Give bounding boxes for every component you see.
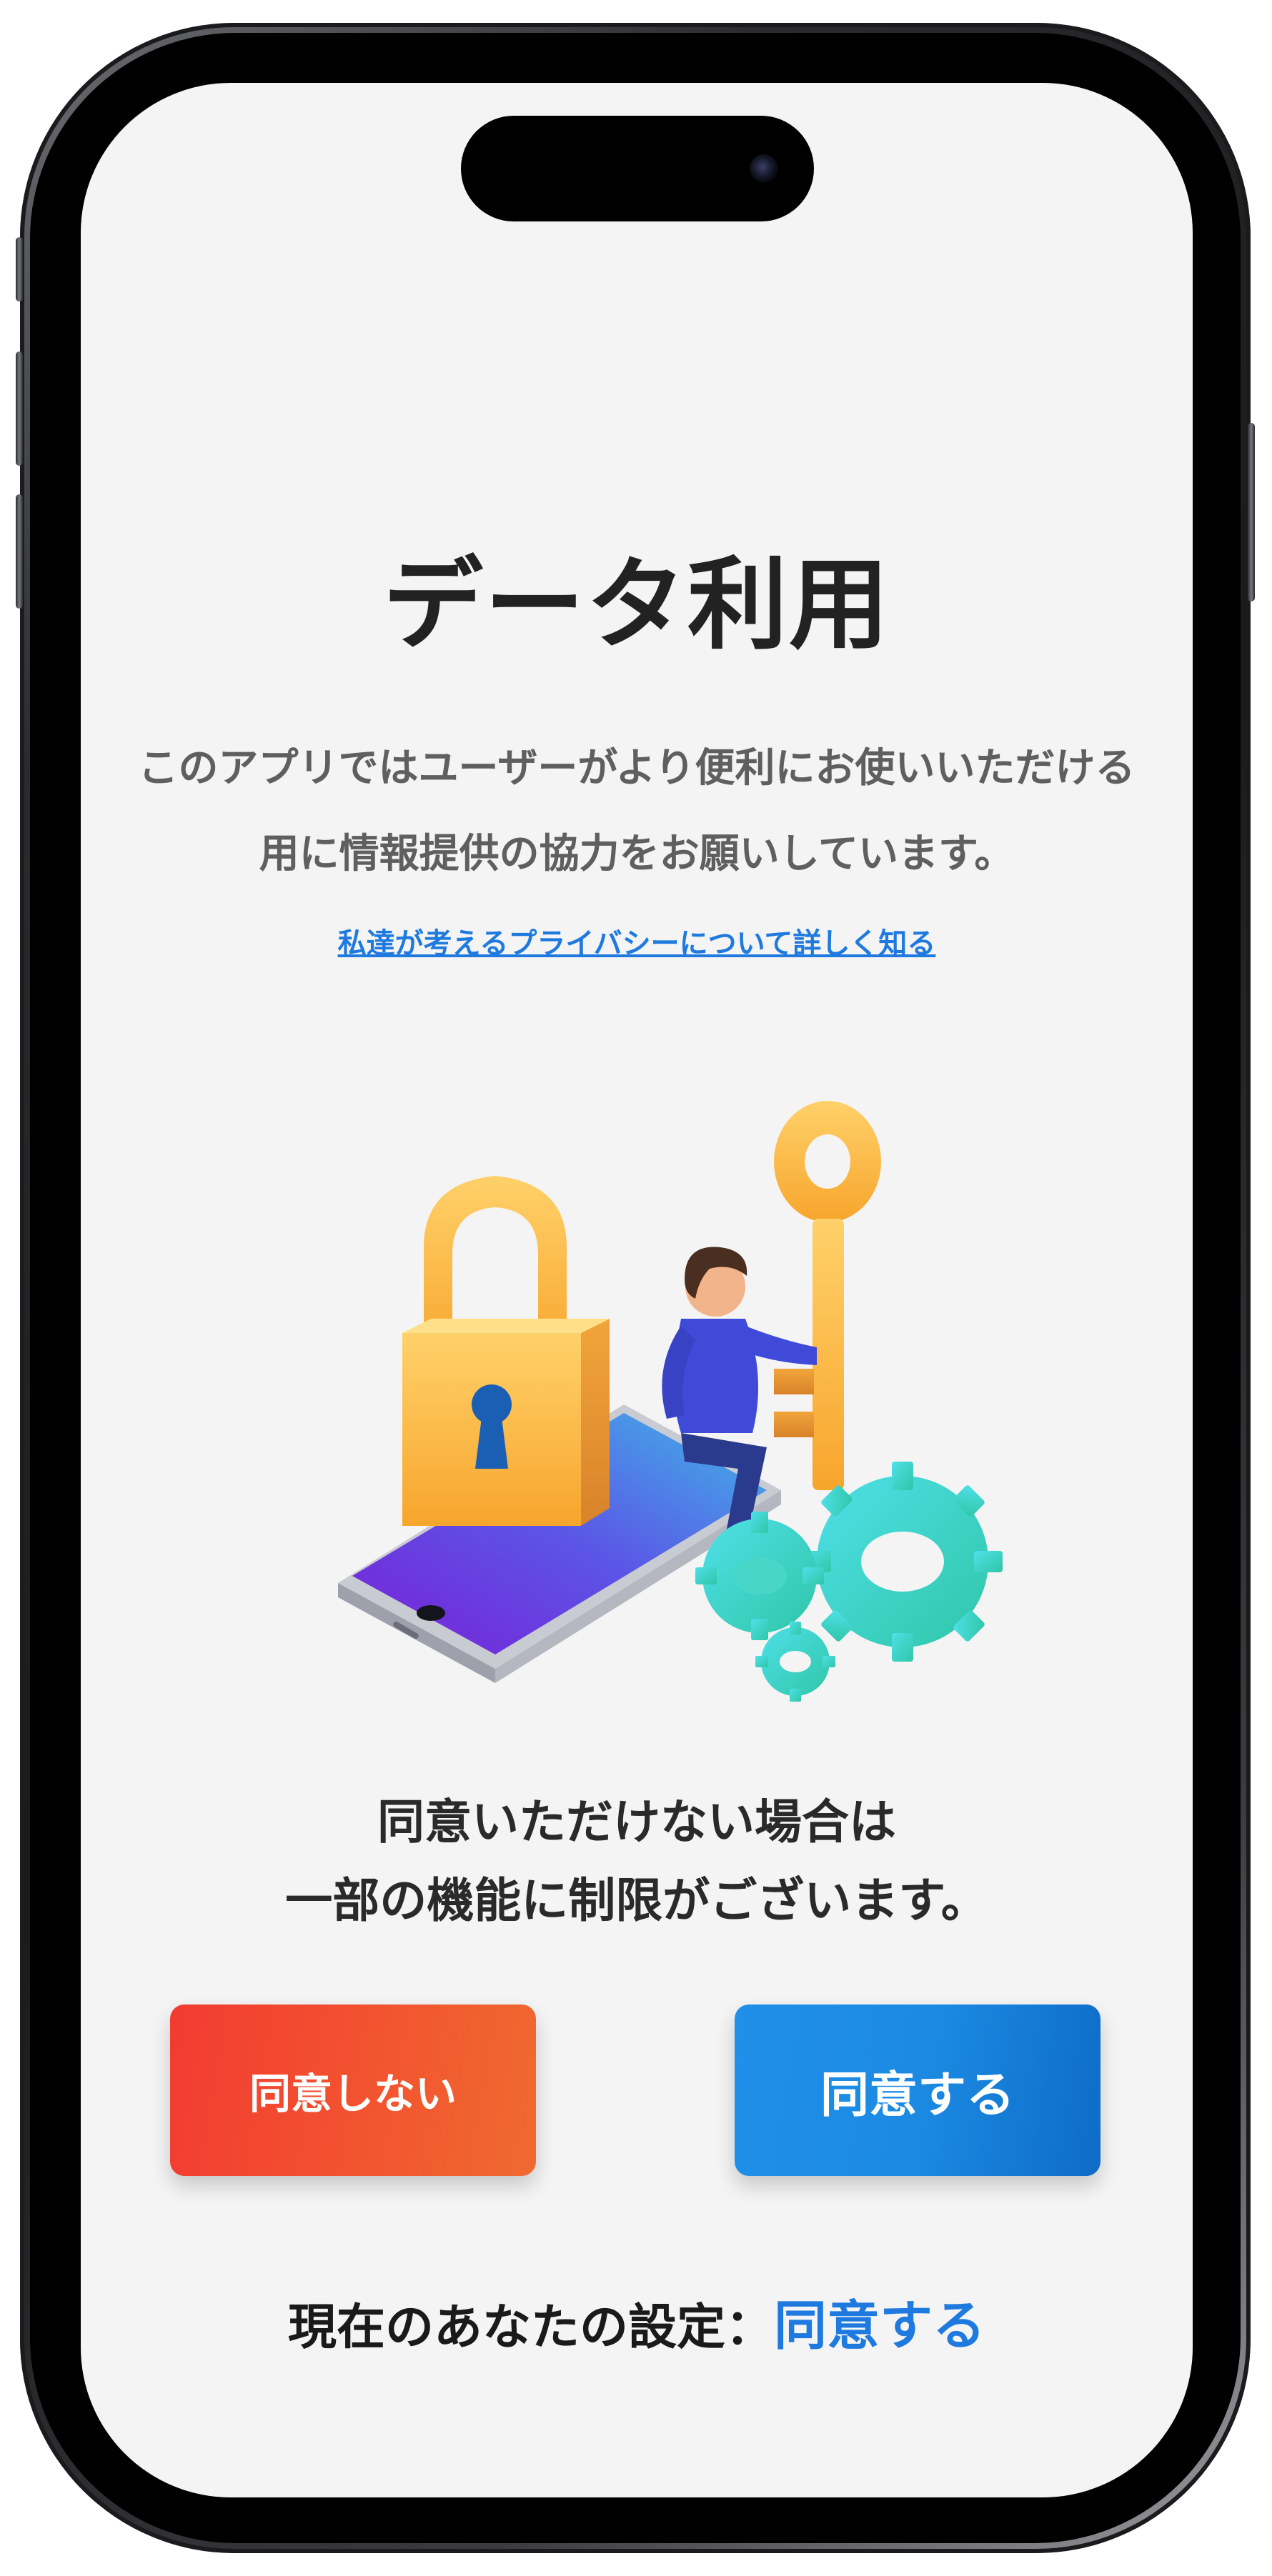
security-lock-key-illustration-icon: [338, 1101, 1003, 1702]
notice-line-2: 一部の機能に制限がございます。: [285, 1873, 988, 1928]
decline-button[interactable]: 同意しない: [170, 2005, 536, 2176]
app-screen: データ利用 このアプリではユーザーがより便利にお使いいただける 用に情報提供の協…: [81, 83, 1193, 2497]
current-setting-value: 同意する: [774, 2295, 985, 2357]
volume-up-button: [16, 351, 23, 466]
restriction-notice: 同意いただけない場合は 一部の機能に制限がございます。: [81, 1783, 1193, 1940]
power-button: [1248, 423, 1255, 601]
current-setting-label: 現在のあなたの設定：: [287, 2300, 774, 2356]
front-camera-icon: [750, 154, 778, 183]
description-text: このアプリではユーザーがより便利にお使いいただける 用に情報提供の協力をお願いし…: [109, 726, 1164, 897]
agree-button[interactable]: 同意する: [735, 2005, 1100, 2176]
volume-down-button: [16, 494, 23, 609]
description-line-1: このアプリではユーザーがより便利にお使いいただける: [138, 745, 1136, 792]
page-title: データ利用: [382, 547, 890, 664]
privacy-learn-more-link[interactable]: 私達が考えるプライバシーについて詳しく知る: [81, 920, 1193, 962]
dynamic-island: [461, 116, 814, 221]
notice-line-1: 同意いただけない場合は: [377, 1794, 896, 1849]
current-setting: 現在のあなたの設定：同意する: [81, 2283, 1193, 2360]
description-line-2: 用に情報提供の協力をお願いしています。: [259, 831, 1015, 877]
action-button: [16, 237, 23, 301]
